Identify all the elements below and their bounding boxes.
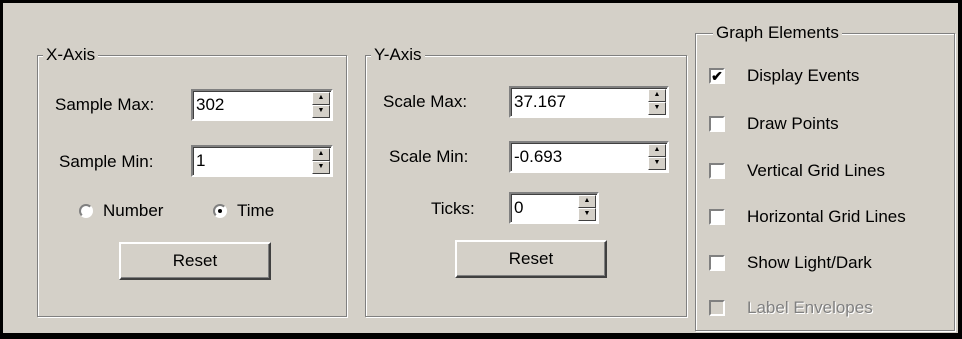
sample-min-label: Sample Min:: [59, 152, 154, 171]
scale-max-label: Scale Max:: [383, 92, 468, 111]
draw-points-label: Draw Points: [747, 114, 839, 133]
sample-min-spinner[interactable]: ▲ ▼: [191, 145, 333, 177]
radio-selected-dot: [218, 209, 222, 213]
draw-points-checkbox-box[interactable]: [709, 116, 725, 132]
label-envelopes-checkbox-box: [709, 300, 725, 316]
sample-max-up-button[interactable]: ▲: [312, 92, 330, 105]
sample-max-spinner[interactable]: ▲ ▼: [191, 89, 333, 121]
scale-min-input[interactable]: [514, 146, 629, 168]
vertical-grid-checkbox-box[interactable]: [709, 163, 725, 179]
ticks-down-button[interactable]: ▼: [578, 208, 596, 221]
graph-elements-group-title: Graph Elements: [713, 23, 842, 43]
scale-min-up-button[interactable]: ▲: [648, 144, 666, 157]
scale-max-spinner[interactable]: ▲ ▼: [509, 86, 669, 118]
sample-min-input[interactable]: [196, 150, 296, 172]
scale-max-down-button[interactable]: ▼: [648, 102, 666, 115]
x-axis-group-title: X-Axis: [43, 45, 99, 65]
window-border-top: [0, 0, 962, 3]
ticks-spinner[interactable]: ▲ ▼: [509, 192, 599, 224]
sample-max-label: Sample Max:: [55, 95, 155, 114]
show-light-dark-label: Show Light/Dark: [747, 253, 872, 272]
y-axis-reset-button[interactable]: Reset: [455, 240, 607, 278]
scale-max-up-button[interactable]: ▲: [648, 89, 666, 102]
y-axis-group-title: Y-Axis: [371, 45, 425, 65]
scale-min-label: Scale Min:: [389, 147, 469, 166]
label-envelopes-label: Label Envelopes: [747, 298, 873, 317]
ticks-input[interactable]: [514, 197, 562, 219]
scale-max-input[interactable]: [514, 91, 629, 113]
graph-settings-panel: X-Axis Sample Max: ▲ ▼ Sample Min: ▲ ▼ N…: [0, 0, 961, 336]
show-light-dark-checkbox-box[interactable]: [709, 255, 725, 271]
radio-time-circle[interactable]: [213, 204, 227, 218]
vertical-grid-lines-label: Vertical Grid Lines: [747, 161, 885, 180]
ticks-up-button[interactable]: ▲: [578, 195, 596, 208]
window-border-right: [958, 0, 962, 339]
horizontal-grid-checkbox-box[interactable]: [709, 209, 725, 225]
sample-min-down-button[interactable]: ▼: [312, 161, 330, 174]
ticks-label: Ticks:: [431, 199, 475, 218]
radio-time-label: Time: [237, 201, 275, 220]
sample-max-input[interactable]: [196, 94, 296, 116]
horizontal-grid-lines-label: Horizontal Grid Lines: [747, 207, 906, 226]
display-events-check-icon[interactable]: ✔: [709, 68, 725, 84]
scale-min-down-button[interactable]: ▼: [648, 157, 666, 170]
sample-min-up-button[interactable]: ▲: [312, 148, 330, 161]
x-axis-reset-button[interactable]: Reset: [119, 242, 271, 280]
window-border-left: [0, 0, 3, 339]
display-events-label: Display Events: [747, 66, 860, 85]
radio-number-circle[interactable]: [79, 204, 93, 218]
sample-max-down-button[interactable]: ▼: [312, 105, 330, 118]
window-border-bottom: [0, 333, 962, 339]
radio-number-label: Number: [103, 201, 164, 220]
scale-min-spinner[interactable]: ▲ ▼: [509, 141, 669, 173]
